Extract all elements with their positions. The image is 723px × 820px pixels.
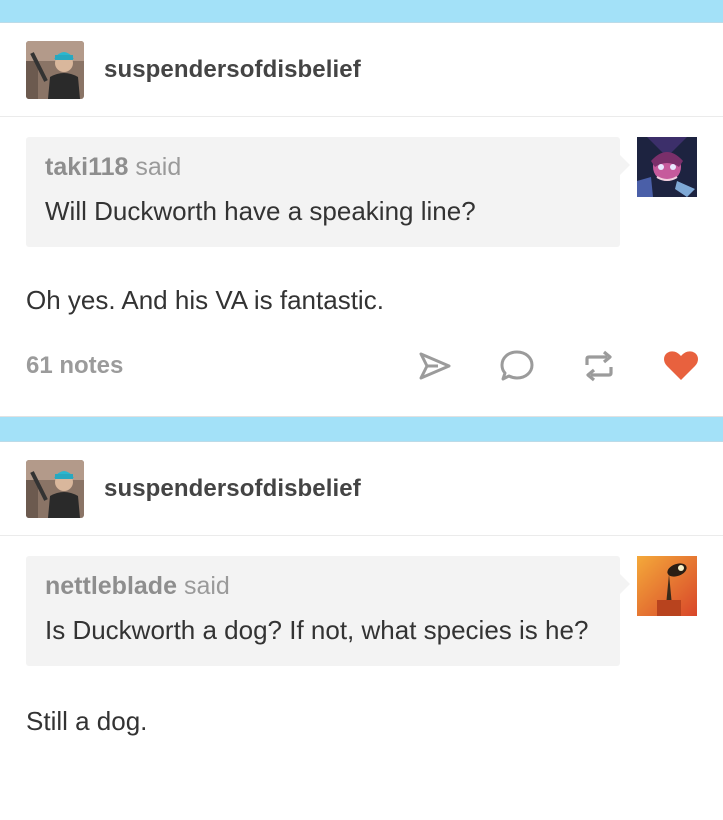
post-actions	[375, 316, 703, 416]
asker-avatar[interactable]	[637, 137, 697, 197]
post-header: suspendersofdisbelief	[0, 442, 723, 536]
post-footer: 61 notes	[0, 316, 723, 416]
ask-bubble: taki118 said Will Duckworth have a speak…	[26, 137, 630, 247]
said-label: said	[183, 572, 230, 600]
asker-name[interactable]: nettleblade	[45, 572, 177, 600]
asker-name[interactable]: taki118	[45, 153, 128, 181]
blog-name[interactable]: suspendersofdisbelief	[104, 56, 361, 84]
asker-avatar-image	[637, 556, 697, 616]
post-separator	[0, 416, 723, 442]
ask-bubble: nettleblade said Is Duckworth a dog? If …	[26, 556, 630, 666]
avatar-image	[26, 40, 84, 99]
answer-text: Oh yes. And his VA is fantastic.	[26, 285, 384, 315]
reblog-arrows-icon	[585, 350, 613, 382]
asker-avatar-image	[637, 137, 697, 197]
question-text: Is Duckworth a dog? If not, what species…	[45, 615, 589, 645]
post-header: suspendersofdisbelief	[0, 23, 723, 117]
like-button[interactable]	[659, 344, 703, 388]
reblog-button[interactable]	[577, 344, 621, 388]
asker-line: taki118 said	[45, 153, 602, 182]
reply-button[interactable]	[495, 344, 539, 388]
answer-text: Still a dog.	[26, 706, 148, 736]
paper-plane-icon	[419, 352, 451, 380]
avatar-image	[26, 459, 84, 518]
ask-section: taki118 said Will Duckworth have a speak…	[0, 117, 723, 247]
heart-icon	[664, 351, 698, 380]
said-label: said	[135, 153, 182, 181]
blog-avatar[interactable]	[26, 40, 84, 99]
blog-name[interactable]: suspendersofdisbelief	[104, 475, 361, 503]
asker-avatar[interactable]	[637, 556, 697, 616]
notes-count[interactable]: 61 notes	[26, 352, 123, 380]
question-text: Will Duckworth have a speaking line?	[45, 196, 476, 226]
asker-line: nettleblade said	[45, 572, 602, 601]
post-card: suspendersofdisbelief taki118 said Will …	[0, 23, 723, 416]
ask-section: nettleblade said Is Duckworth a dog? If …	[0, 536, 723, 666]
speech-bubble-icon	[500, 350, 534, 381]
top-separator	[0, 0, 723, 23]
share-button[interactable]	[413, 344, 457, 388]
blog-avatar[interactable]	[26, 459, 84, 518]
post-card: suspendersofdisbelief nettleblade said I…	[0, 442, 723, 737]
